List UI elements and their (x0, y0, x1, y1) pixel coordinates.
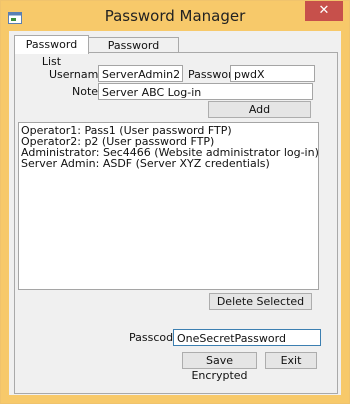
add-button[interactable]: Add (208, 101, 311, 118)
password-list-panel: Username ServerAdmin2 Password pwdX Note… (14, 52, 338, 394)
exit-button[interactable]: Exit (265, 352, 317, 369)
password-field[interactable]: pwdX (230, 65, 315, 82)
note-label: Note (72, 85, 99, 98)
tab-password-list[interactable]: Password List (14, 35, 89, 68)
title-bar[interactable]: Password Manager ✕ (1, 1, 349, 30)
close-icon: ✕ (318, 3, 330, 18)
save-encrypted-button[interactable]: Save Encrypted (182, 352, 257, 382)
list-item[interactable]: Server Admin: ASDF (Server XYZ credentia… (21, 158, 316, 169)
delete-selected-button[interactable]: Delete Selected (209, 293, 312, 310)
app-window: Password Manager ✕ Password List Passwor… (0, 0, 350, 404)
password-listbox[interactable]: Operator1: Pass1 (User password FTP) Ope… (18, 122, 319, 290)
note-field[interactable]: Server ABC Log-in (98, 83, 313, 100)
passcode-field[interactable]: OneSecretPassword (173, 329, 321, 346)
close-button[interactable]: ✕ (305, 1, 343, 21)
username-field[interactable]: ServerAdmin2 (98, 65, 183, 82)
tab-password-generator[interactable]: Password Generator (88, 37, 179, 67)
window-title: Password Manager (104, 7, 246, 25)
client-area: Password List Password Generator Usernam… (9, 31, 341, 395)
